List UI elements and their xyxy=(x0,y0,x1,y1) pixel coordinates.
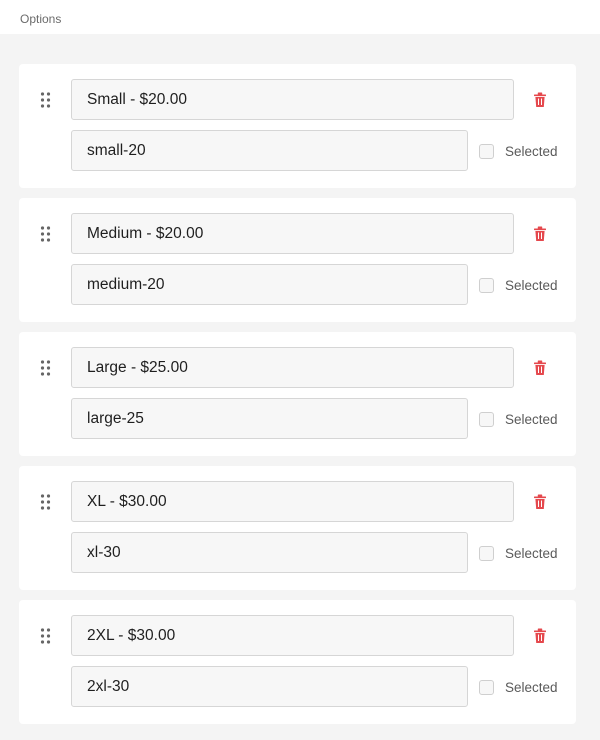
selected-label: Selected xyxy=(505,411,558,427)
option-card: Selected xyxy=(19,64,576,188)
drag-handle-icon[interactable] xyxy=(40,360,51,376)
option-card: Selected xyxy=(19,198,576,322)
selected-toggle[interactable]: Selected xyxy=(479,544,558,562)
option-label-input[interactable] xyxy=(71,79,514,120)
section-title: Options xyxy=(20,12,62,26)
option-value-input[interactable] xyxy=(71,532,468,573)
selected-toggle[interactable]: Selected xyxy=(479,410,558,428)
option-value-input[interactable] xyxy=(71,264,468,305)
selected-checkbox[interactable] xyxy=(479,143,494,159)
selected-checkbox[interactable] xyxy=(479,411,494,427)
trash-icon[interactable] xyxy=(533,494,547,510)
option-card: Selected xyxy=(19,466,576,590)
drag-handle-icon[interactable] xyxy=(40,628,51,644)
drag-handle-icon[interactable] xyxy=(40,226,51,242)
option-label-input[interactable] xyxy=(71,481,514,522)
selected-checkbox[interactable] xyxy=(479,679,494,695)
trash-icon[interactable] xyxy=(533,360,547,376)
selected-label: Selected xyxy=(505,679,558,695)
trash-icon[interactable] xyxy=(533,226,547,242)
option-card: Selected xyxy=(19,600,576,724)
option-label-input[interactable] xyxy=(71,347,514,388)
option-card: Selected xyxy=(19,332,576,456)
option-label-input[interactable] xyxy=(71,615,514,656)
option-value-input[interactable] xyxy=(71,130,468,171)
selected-toggle[interactable]: Selected xyxy=(479,678,558,696)
options-list: Selected Selected Selected xyxy=(0,34,600,724)
trash-icon[interactable] xyxy=(533,628,547,644)
selected-toggle[interactable]: Selected xyxy=(479,142,558,160)
selected-toggle[interactable]: Selected xyxy=(479,276,558,294)
selected-label: Selected xyxy=(505,277,558,293)
selected-checkbox[interactable] xyxy=(479,277,494,293)
option-value-input[interactable] xyxy=(71,666,468,707)
trash-icon[interactable] xyxy=(533,92,547,108)
option-label-input[interactable] xyxy=(71,213,514,254)
selected-label: Selected xyxy=(505,143,558,159)
selected-checkbox[interactable] xyxy=(479,545,494,561)
drag-handle-icon[interactable] xyxy=(40,494,51,510)
drag-handle-icon[interactable] xyxy=(40,92,51,108)
selected-label: Selected xyxy=(505,545,558,561)
option-value-input[interactable] xyxy=(71,398,468,439)
options-header: Options xyxy=(0,0,600,34)
